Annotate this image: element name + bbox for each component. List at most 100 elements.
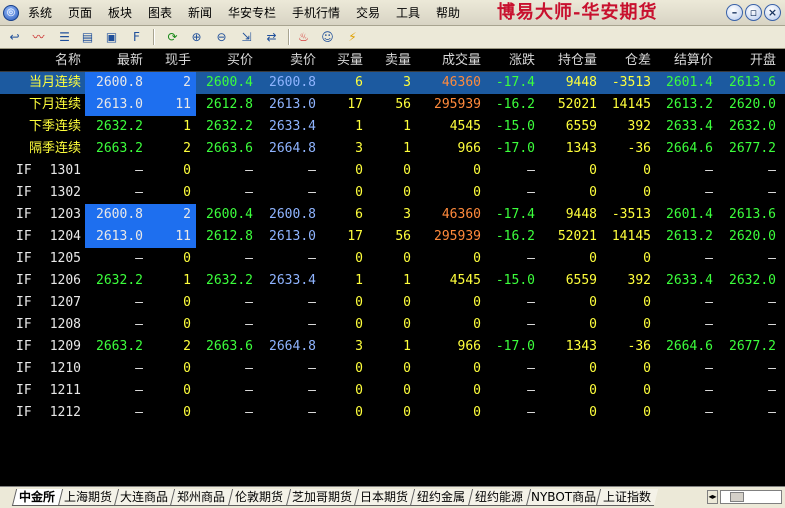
- column-header[interactable]: 涨跌: [465, 53, 535, 69]
- column-header[interactable]: 结算价: [643, 53, 713, 69]
- column-header[interactable]: 开盘: [706, 53, 776, 69]
- back-icon[interactable]: ↩: [5, 28, 24, 46]
- market-tab-label: 芝加哥期货: [292, 490, 353, 504]
- column-header[interactable]: 仓差: [581, 53, 651, 69]
- market-tab[interactable]: 日本期货: [353, 489, 415, 506]
- menu-item[interactable]: 华安专栏: [228, 5, 276, 21]
- cell-change: —: [527, 405, 535, 420]
- table-row[interactable]: IF 1302—0— —0 0 0—0 0— —: [0, 182, 785, 204]
- menu-item[interactable]: 新闻: [188, 5, 212, 21]
- menu-item[interactable]: 板块: [108, 5, 132, 21]
- line-chart-icon[interactable]: 〰: [29, 28, 48, 46]
- cell-hand: 1: [183, 273, 191, 288]
- cell-open: —: [768, 295, 776, 310]
- cell-bid: 2600.4: [206, 207, 253, 222]
- column-header[interactable]: 现手: [121, 53, 191, 69]
- contract-name: 当月连续: [28, 75, 81, 90]
- alarm-icon[interactable]: ♨: [294, 28, 313, 46]
- table-row[interactable]: 下季连续 2632.2 1 2632.2 2633.4 1 1 4545 -15.0 6559 39…: [0, 116, 785, 138]
- table-row[interactable]: IF 1206 2632.2 1 2632.2 2633.4 1 1 4545 -15.0 6559…: [0, 270, 785, 292]
- market-tab-label: 纽约能源: [475, 490, 524, 504]
- cell-settle: —: [705, 185, 713, 200]
- cell-open: —: [768, 163, 776, 178]
- user-icon[interactable]: ☺: [318, 28, 337, 46]
- menu-item[interactable]: 工具: [396, 5, 420, 21]
- horizontal-scrollbar[interactable]: [720, 490, 782, 504]
- market-tab[interactable]: 上证指数: [595, 489, 659, 506]
- column-header[interactable]: 名称: [11, 53, 81, 69]
- menu-item[interactable]: 交易: [356, 5, 380, 21]
- tab-scroll-icon[interactable]: ◂▸: [707, 490, 718, 504]
- menu-item[interactable]: 页面: [68, 5, 92, 21]
- cell-settle: —: [705, 361, 713, 376]
- table-row[interactable]: IF 1207—0— —0 0 0—0 0— —: [0, 292, 785, 314]
- menu-item[interactable]: 手机行情: [292, 5, 340, 21]
- detail-list-icon[interactable]: ▤: [78, 28, 97, 46]
- contract-name: 1208: [49, 317, 81, 332]
- export-icon[interactable]: ⇲: [237, 28, 256, 46]
- market-tab[interactable]: 纽约能源: [467, 489, 531, 506]
- column-header[interactable]: 卖量: [341, 53, 411, 69]
- market-tab-label: 中金所: [19, 490, 56, 504]
- cell-bid: —: [245, 251, 253, 266]
- table-row[interactable]: IF 1204 2613.0 11 2612.8 2613.0 17 56 295939 -16.…: [0, 226, 785, 248]
- market-tab[interactable]: 大连商品: [113, 489, 175, 506]
- table-row[interactable]: 当月连续 2600.8 2 2600.4 2600.8 6 3 46360 -17.4 9448-…: [0, 72, 785, 94]
- cell-bid: 2663.6: [206, 141, 253, 156]
- app-logo-icon[interactable]: ◎: [3, 5, 19, 21]
- market-tab[interactable]: 上海期货: [57, 489, 119, 506]
- column-header[interactable]: 买价: [183, 53, 253, 69]
- table-row[interactable]: IF 1203 2600.8 2 2600.4 2600.8 6 3 46360 -17.4 944…: [0, 204, 785, 226]
- table-row[interactable]: 隔季连续 2663.2 2 2663.6 2664.8 3 1 966 -17.0 1343 -36…: [0, 138, 785, 160]
- zoom-in-icon[interactable]: ⊕: [187, 28, 206, 46]
- switch-icon[interactable]: ⇄: [262, 28, 281, 46]
- market-tab[interactable]: 纽约金属: [409, 489, 473, 506]
- table-row[interactable]: 下月连续 2613.0 11 2612.8 2613.0 17 56 295939 -16.2 5…: [0, 94, 785, 116]
- market-tab[interactable]: NYBOT商品: [525, 489, 601, 506]
- contract-name: 1302: [49, 185, 81, 200]
- table-row[interactable]: IF 1205—0— —0 0 0—0 0— —: [0, 248, 785, 270]
- minimize-button[interactable]: –: [726, 4, 743, 21]
- cell-open: —: [768, 361, 776, 376]
- table-row[interactable]: IF 1212—0— —0 0 0—0 0— —: [0, 402, 785, 424]
- menu-item[interactable]: 图表: [148, 5, 172, 21]
- contract-name: 下月连续: [28, 97, 81, 112]
- cell-hand: 0: [183, 295, 191, 310]
- cell-change: -17.0: [495, 339, 535, 354]
- menu-item[interactable]: 帮助: [436, 5, 460, 21]
- restore-button[interactable]: ▫: [745, 4, 762, 21]
- close-button[interactable]: ×: [764, 4, 781, 21]
- table-row[interactable]: IF 1209 2663.2 2 2663.6 2664.8 3 1 966 -17.0 1343-…: [0, 336, 785, 358]
- menu-item[interactable]: 系统: [28, 5, 52, 21]
- cell-change: —: [527, 317, 535, 332]
- window-icon[interactable]: ▣: [102, 28, 121, 46]
- cell-open: —: [768, 405, 776, 420]
- zoom-out-icon[interactable]: ⊖: [212, 28, 231, 46]
- cell-oichg: 0: [643, 295, 651, 310]
- table-row[interactable]: IF 1301—0— —0 0 0—0 0— —: [0, 160, 785, 182]
- cell-change: -15.0: [495, 119, 535, 134]
- cell-bid: —: [245, 295, 253, 310]
- market-tab[interactable]: 芝加哥期货: [285, 489, 359, 506]
- flash-icon[interactable]: ⚡: [343, 28, 362, 46]
- cell-change: -17.4: [495, 207, 535, 222]
- cell-oichg: 392: [627, 119, 651, 134]
- contract-name: 1206: [49, 273, 81, 288]
- cell-open: 2620.0: [729, 97, 776, 112]
- market-tab-label: NYBOT商品: [530, 490, 597, 504]
- toolbar: ↩ 〰 ☰ ▤ ▣ F ⟳ ⊕ ⊖ ⇲ ⇄ ♨ ☺ ⚡: [0, 26, 785, 49]
- quote-list-icon[interactable]: ☰: [55, 28, 74, 46]
- table-row[interactable]: IF 1210—0— —0 0 0—0 0— —: [0, 358, 785, 380]
- table-row[interactable]: IF 1208—0— —0 0 0—0 0— —: [0, 314, 785, 336]
- cell-change: -16.2: [495, 97, 535, 112]
- cell-askvol: 56: [395, 97, 411, 112]
- table-row[interactable]: IF 1211—0— —0 0 0—0 0— —: [0, 380, 785, 402]
- cell-hand: 1: [183, 119, 191, 134]
- market-tab[interactable]: 伦敦期货: [227, 489, 291, 506]
- cell-change: —: [527, 251, 535, 266]
- refresh-icon[interactable]: ⟳: [163, 28, 182, 46]
- scrollbar-thumb[interactable]: [730, 492, 744, 502]
- market-tab[interactable]: 中金所: [11, 489, 63, 506]
- market-tab[interactable]: 郑州商品: [169, 489, 233, 506]
- f10-icon[interactable]: F: [127, 28, 146, 46]
